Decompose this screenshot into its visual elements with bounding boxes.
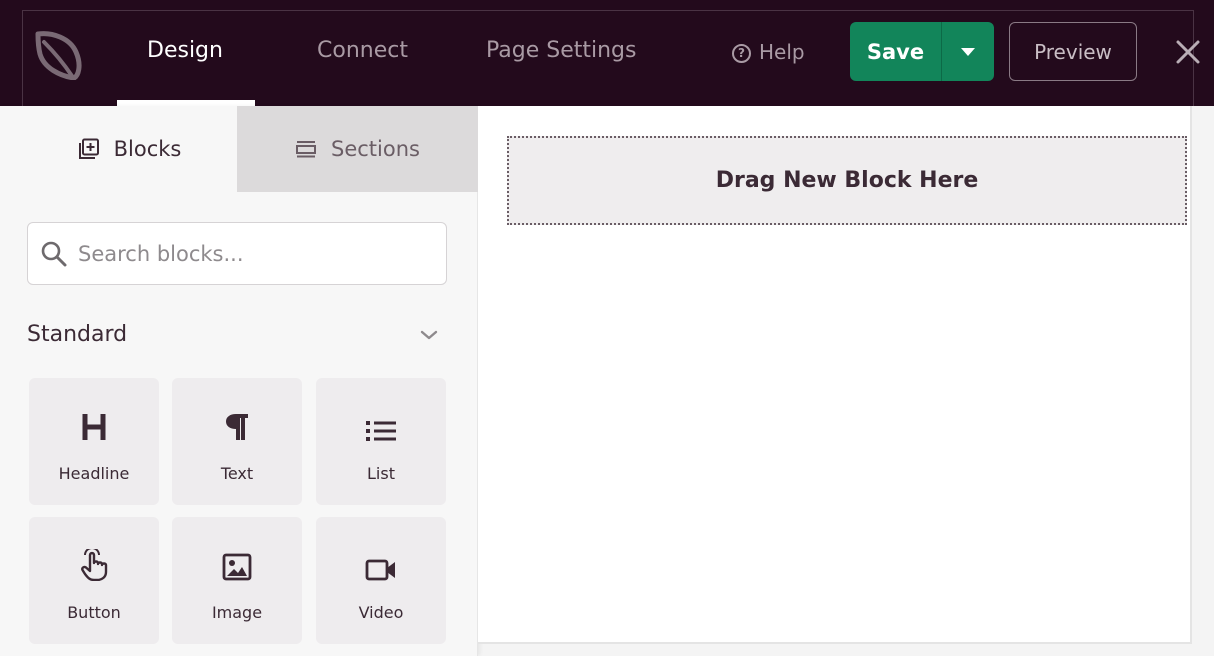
block-list[interactable]: List xyxy=(316,378,446,505)
pointer-hand-icon xyxy=(80,517,108,581)
preview-button[interactable]: Preview xyxy=(1009,22,1137,81)
chevron-down-icon[interactable] xyxy=(419,329,439,341)
block-button[interactable]: Button xyxy=(29,517,159,644)
block-drop-zone[interactable]: Drag New Block Here xyxy=(507,136,1187,225)
tab-page-settings[interactable]: Page Settings xyxy=(486,38,637,63)
page-builder-app: Design Connect Page Settings ? Help Save… xyxy=(0,0,1214,656)
blocks-sidebar: Blocks Sections Standard xyxy=(0,106,478,656)
search-icon xyxy=(40,240,68,268)
close-icon[interactable] xyxy=(1172,36,1204,68)
sections-icon xyxy=(295,140,317,158)
block-label: List xyxy=(367,464,395,483)
help-link[interactable]: ? Help xyxy=(732,40,805,64)
image-icon xyxy=(222,517,252,581)
block-label: Video xyxy=(358,603,404,622)
save-options-button[interactable] xyxy=(942,22,994,81)
search-box xyxy=(27,222,447,285)
section-title: Standard xyxy=(27,322,128,347)
headline-icon xyxy=(81,378,107,442)
video-camera-icon xyxy=(365,517,397,581)
block-label: Headline xyxy=(58,464,130,483)
block-label: Image xyxy=(211,603,263,622)
help-label: Help xyxy=(759,40,805,64)
plus-square-icon xyxy=(78,138,100,160)
tab-connect[interactable]: Connect xyxy=(317,38,408,63)
save-button[interactable]: Save xyxy=(850,22,942,81)
question-circle-icon: ? xyxy=(732,43,751,63)
tab-design[interactable]: Design xyxy=(147,38,223,63)
page-canvas: Drag New Block Here xyxy=(478,106,1192,644)
top-bar: Design Connect Page Settings ? Help Save… xyxy=(0,0,1214,106)
block-label: Text xyxy=(220,464,254,483)
tab-blocks[interactable]: Blocks xyxy=(22,106,237,192)
drop-zone-label: Drag New Block Here xyxy=(715,168,979,193)
block-text[interactable]: Text xyxy=(172,378,302,505)
search-input[interactable] xyxy=(78,241,418,266)
tab-blocks-label: Blocks xyxy=(113,137,182,161)
paragraph-icon xyxy=(224,378,250,442)
save-button-group: Save xyxy=(850,22,994,81)
block-video[interactable]: Video xyxy=(316,517,446,644)
leaf-logo-icon[interactable] xyxy=(30,24,84,80)
standard-section-header[interactable]: Standard xyxy=(27,322,447,347)
block-headline[interactable]: Headline xyxy=(29,378,159,505)
list-icon xyxy=(366,378,396,442)
block-label: Button xyxy=(67,603,121,622)
tab-sections-label: Sections xyxy=(331,137,420,161)
tab-sections[interactable]: Sections xyxy=(237,106,478,192)
caret-down-icon xyxy=(961,47,975,56)
block-image[interactable]: Image xyxy=(172,517,302,644)
